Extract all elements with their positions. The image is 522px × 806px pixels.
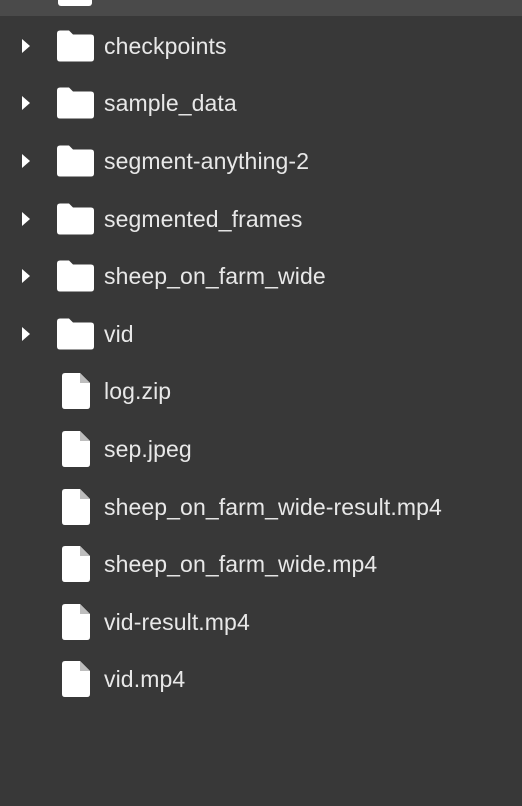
folder-label: vid	[104, 320, 134, 347]
folder-row-sheep-on-farm-wide[interactable]: sheep_on_farm_wide	[0, 247, 522, 305]
file-tree: checkpoints sample_data segment-anything…	[0, 17, 522, 708]
folder-label: sheep_on_farm_wide	[104, 263, 326, 290]
folder-row-sample-data[interactable]: sample_data	[0, 75, 522, 133]
folder-icon	[57, 30, 94, 62]
file-row-vid-result-mp4[interactable]: vid-result.mp4	[0, 593, 522, 651]
file-icon	[62, 373, 90, 410]
chevron-right-icon[interactable]	[20, 95, 32, 111]
file-row-sep-jpeg[interactable]: sep.jpeg	[0, 420, 522, 478]
file-label: vid.mp4	[104, 666, 186, 693]
file-label: sep.jpeg	[104, 435, 192, 462]
folder-icon	[57, 87, 94, 119]
file-row-sheep-on-farm-wide-mp4[interactable]: sheep_on_farm_wide.mp4	[0, 535, 522, 593]
file-icon	[62, 430, 90, 467]
file-row-log-zip[interactable]: log.zip	[0, 363, 522, 421]
chevron-right-icon[interactable]	[20, 268, 32, 284]
file-icon	[62, 488, 90, 525]
chevron-right-icon[interactable]	[20, 326, 32, 342]
file-label: log.zip	[104, 378, 172, 405]
folder-label: sample_data	[104, 90, 237, 117]
folder-icon	[57, 260, 94, 292]
folder-icon	[57, 203, 94, 235]
file-icon	[62, 603, 90, 640]
folder-row-segmented-frames[interactable]: segmented_frames	[0, 190, 522, 248]
file-label: sheep_on_farm_wide-result.mp4	[104, 493, 442, 520]
file-row-sheep-on-farm-wide-result-mp4[interactable]: sheep_on_farm_wide-result.mp4	[0, 478, 522, 536]
partially-visible-row[interactable]	[0, 0, 522, 16]
file-label: sheep_on_farm_wide.mp4	[104, 551, 378, 578]
folder-icon	[57, 318, 94, 350]
file-row-vid-mp4[interactable]: vid.mp4	[0, 651, 522, 709]
folder-icon	[58, 0, 92, 6]
chevron-right-icon[interactable]	[20, 38, 32, 54]
folder-icon	[57, 145, 94, 177]
file-icon	[62, 546, 90, 583]
chevron-right-icon[interactable]	[20, 211, 32, 227]
folder-label: segmented_frames	[104, 205, 303, 232]
file-label: vid-result.mp4	[104, 608, 250, 635]
chevron-right-icon[interactable]	[20, 153, 32, 169]
file-icon	[62, 661, 90, 698]
file-browser-panel: checkpoints sample_data segment-anything…	[0, 0, 522, 806]
folder-label: checkpoints	[104, 32, 227, 59]
folder-row-segment-anything-2[interactable]: segment-anything-2	[0, 132, 522, 190]
folder-row-vid[interactable]: vid	[0, 305, 522, 363]
folder-label: segment-anything-2	[104, 147, 310, 174]
folder-row-checkpoints[interactable]: checkpoints	[0, 17, 522, 75]
